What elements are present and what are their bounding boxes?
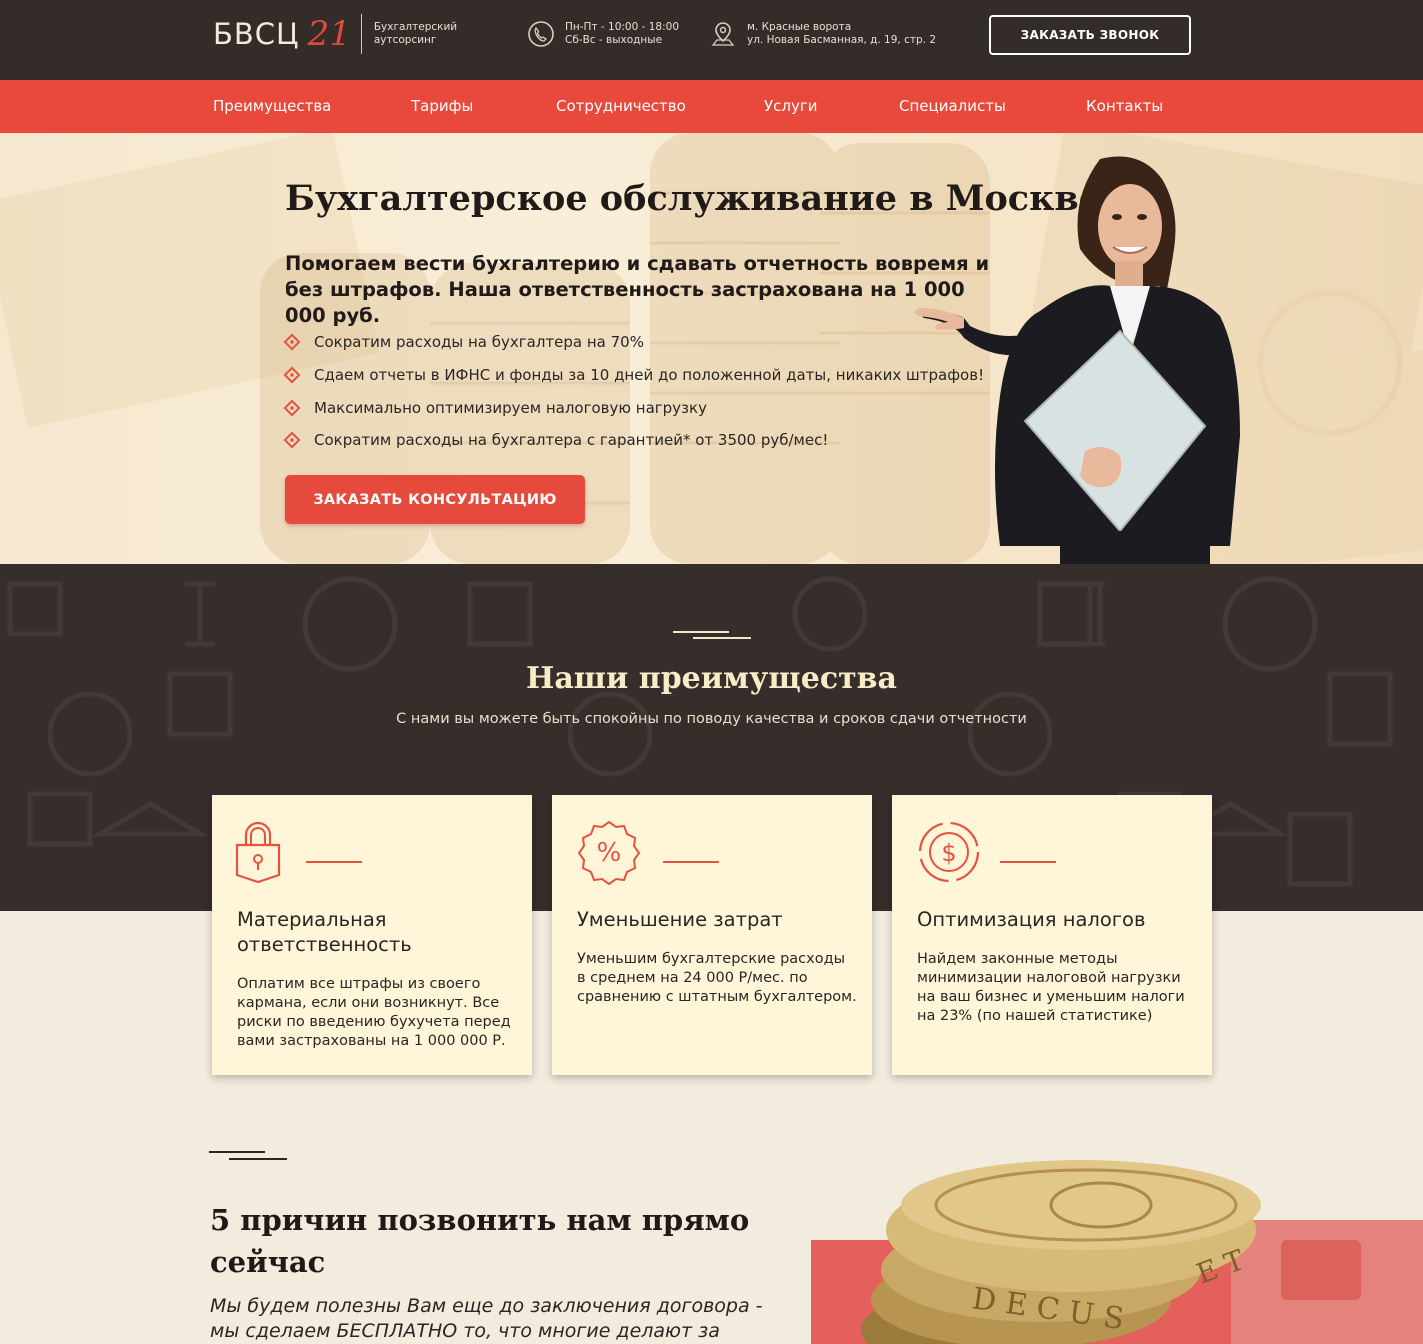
hero-section: Бухгалтерское обслуживание в Москве Помо… xyxy=(0,133,1423,564)
reasons-title: 5 причин позвонить нам прямо сейчас xyxy=(210,1203,750,1279)
card-title: Уменьшение затрат xyxy=(577,908,783,931)
order-call-button[interactable]: ЗАКАЗАТЬ ЗВОНОК xyxy=(989,15,1191,55)
businesswoman-photo xyxy=(914,156,1240,564)
hero-subtitle: Помогаем вести бухгалтерию и сдавать отч… xyxy=(285,252,990,327)
logo-number: 21 xyxy=(307,14,351,54)
list-item: Сократим расходы на бухгалтера на 70% xyxy=(283,326,984,359)
nav-cooperation[interactable]: Сотрудничество xyxy=(556,97,686,115)
nav-services[interactable]: Услуги xyxy=(764,97,817,115)
hours-weekdays: Пн-Пт - 10:00 - 18:00 xyxy=(565,21,680,33)
card-text: Уменьшим бухгалтерские расходы в среднем… xyxy=(577,951,857,1005)
percent-badge-icon: % xyxy=(577,820,641,885)
svg-text:$: $ xyxy=(941,839,956,867)
main-nav: Преимущества Тарифы Сотрудничество Услуг… xyxy=(0,80,1423,133)
reasons-subtitle: Мы будем полезны Вам еще до заключения д… xyxy=(210,1295,763,1342)
coins-photo: D E C U S E T xyxy=(811,1160,1423,1344)
hero-benefits-list: Сократим расходы на бухгалтера на 70% Сд… xyxy=(283,326,984,457)
phone-clock-icon xyxy=(528,21,554,47)
card-accent-line xyxy=(306,861,362,863)
benefit-text: Сдаем отчеты в ИФНС и фонды за 10 дней д… xyxy=(314,366,985,385)
card-accent-line xyxy=(1000,861,1056,863)
diamond-bullet-icon xyxy=(283,399,301,417)
hours-weekend: Сб-Вс - выходные xyxy=(565,34,663,46)
nav-contacts[interactable]: Контакты xyxy=(1086,97,1163,115)
diamond-bullet-icon xyxy=(283,333,301,351)
logo[interactable]: БВСЦ 21 Бухгалтерский аутсорсинг xyxy=(213,14,464,54)
benefit-text: Сократим расходы на бухгалтера с гаранти… xyxy=(314,431,829,450)
list-item: Сдаем отчеты в ИФНС и фонды за 10 дней д… xyxy=(283,359,984,392)
padlock-icon xyxy=(235,821,281,883)
working-hours: Пн-Пт - 10:00 - 18:00 Сб-Вс - выходные xyxy=(527,20,679,48)
order-consultation-button[interactable]: ЗАКАЗАТЬ КОНСУЛЬТАЦИЮ xyxy=(285,475,585,524)
advantage-card-costs: % Уменьшение затрат Уменьшим бухгалтерск… xyxy=(552,795,872,1075)
diamond-bullet-icon xyxy=(283,366,301,384)
benefit-text: Максимально оптимизируем налоговую нагру… xyxy=(314,398,707,417)
nav-tariffs[interactable]: Тарифы xyxy=(411,97,473,115)
list-item: Сократим расходы на бухгалтера с гаранти… xyxy=(283,424,984,457)
advantage-card-liability: Материальная ответственность Оплатим все… xyxy=(212,795,532,1075)
card-title: Оптимизация налогов xyxy=(917,908,1146,931)
card-text: Найдем законные методы минимизации налог… xyxy=(917,951,1185,1024)
section-decor-lines xyxy=(673,631,751,639)
card-text: Оплатим все штрафы из своего кармана, ес… xyxy=(237,976,511,1049)
logo-tagline: Бухгалтерский аутсорсинг xyxy=(373,21,458,46)
address-metro: м. Красные ворота xyxy=(747,21,852,33)
logo-divider xyxy=(360,14,362,54)
logo-mark: БВСЦ xyxy=(213,17,300,51)
diamond-bullet-icon xyxy=(283,431,301,449)
address-street: ул. Новая Басманная, д. 19, стр. 2 xyxy=(747,34,936,46)
nav-advantages[interactable]: Преимущества xyxy=(213,97,331,115)
office-address: м. Красные ворота ул. Новая Басманная, д… xyxy=(709,20,936,48)
svg-text:%: % xyxy=(597,838,622,868)
list-item: Максимально оптимизируем налоговую нагру… xyxy=(283,391,984,424)
advantage-card-taxes: $ Оптимизация налогов Найдем законные ме… xyxy=(892,795,1212,1075)
top-header: БВСЦ 21 Бухгалтерский аутсорсинг Пн-Пт -… xyxy=(0,0,1423,80)
card-title: Материальная ответственность xyxy=(237,908,412,956)
map-pin-icon xyxy=(711,22,735,46)
benefit-text: Сократим расходы на бухгалтера на 70% xyxy=(314,333,644,352)
section-decor-lines xyxy=(209,1151,287,1160)
dollar-target-icon: $ xyxy=(918,821,980,883)
advantages-subtitle: С нами вы можете быть спокойны по поводу… xyxy=(396,711,1027,727)
card-accent-line xyxy=(663,861,719,863)
advantages-title: Наши преимущества xyxy=(526,661,897,696)
nav-specialists[interactable]: Специалисты xyxy=(899,97,1006,115)
